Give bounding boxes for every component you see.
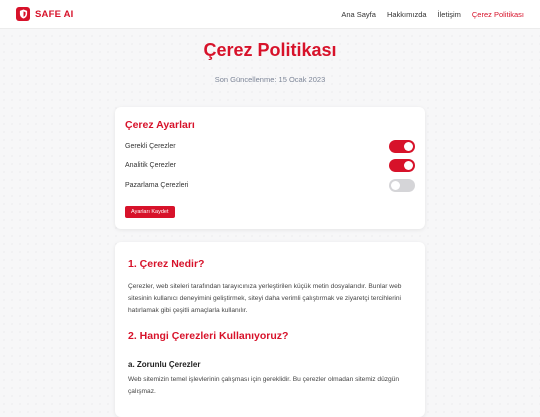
cookie-settings-card: Çerez Ayarları Gerekli Çerezler Analitik… bbox=[115, 107, 425, 229]
nav-link-about[interactable]: Hakkımızda bbox=[387, 10, 427, 19]
setting-label-analytics: Analitik Çerezler bbox=[125, 162, 176, 169]
last-updated-date: Son Güncellenme: 15 Ocak 2023 bbox=[214, 75, 326, 84]
cookie-settings-title: Çerez Ayarları bbox=[125, 119, 195, 131]
toggle-necessary-cookies[interactable] bbox=[389, 140, 415, 153]
shield-icon bbox=[16, 7, 30, 21]
save-settings-button[interactable]: Ayarları Kaydet bbox=[125, 206, 175, 218]
section-1-text: Çerezler, web siteleri tarafından tarayı… bbox=[128, 283, 402, 314]
setting-label-necessary: Gerekli Çerezler bbox=[125, 143, 176, 150]
toggle-knob bbox=[404, 142, 413, 151]
nav-link-contact[interactable]: İletişim bbox=[438, 10, 461, 19]
toggle-knob bbox=[391, 181, 400, 190]
toggle-analytics-cookies[interactable] bbox=[389, 159, 415, 172]
nav-link-cookie-policy[interactable]: Çerez Politikası bbox=[472, 10, 524, 19]
setting-row-marketing: Pazarlama Çerezleri bbox=[125, 179, 415, 193]
section-2-title: 2. Hangi Çerezleri Kullanıyoruz? bbox=[128, 330, 289, 342]
toggle-marketing-cookies[interactable] bbox=[389, 179, 415, 192]
brand-name: SAFE AI bbox=[35, 8, 74, 20]
setting-label-marketing: Pazarlama Çerezleri bbox=[125, 182, 189, 189]
nav-link-home[interactable]: Ana Sayfa bbox=[341, 10, 376, 19]
setting-row-analytics: Analitik Çerezler bbox=[125, 159, 415, 173]
section-2a-title: a. Zorunlu Çerezler bbox=[128, 360, 201, 369]
navbar: SAFE AI Ana Sayfa Hakkımızda İletişim Çe… bbox=[0, 0, 540, 29]
toggle-knob bbox=[404, 161, 413, 170]
nav-links: Ana Sayfa Hakkımızda İletişim Çerez Poli… bbox=[341, 0, 524, 28]
policy-content-card: 1. Çerez Nedir? Çerezler, web siteleri t… bbox=[115, 242, 425, 417]
setting-row-necessary: Gerekli Çerezler bbox=[125, 140, 415, 154]
section-1-title: 1. Çerez Nedir? bbox=[128, 258, 205, 270]
page-title: Çerez Politikası bbox=[203, 40, 337, 60]
brand-logo[interactable]: SAFE AI bbox=[16, 7, 74, 21]
section-2a-text: Web sitemizin temel işlevlerinin çalışma… bbox=[128, 376, 400, 395]
